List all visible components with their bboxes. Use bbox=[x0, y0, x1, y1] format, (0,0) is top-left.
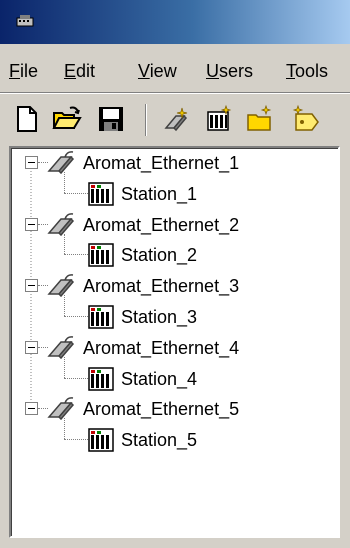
new-folder-icon[interactable] bbox=[246, 104, 276, 134]
device-station-icon bbox=[88, 305, 114, 329]
tree-channel-label: Aromat_Ethernet_3 bbox=[83, 276, 240, 297]
tree-view[interactable]: Aromat_Ethernet_1 Station_1 Aromat_Etherne… bbox=[9, 146, 340, 538]
tree-channel-item[interactable]: Aromat_Ethernet_4 bbox=[47, 333, 332, 363]
toolbar-separator bbox=[0, 92, 350, 94]
tree-device-label: Station_5 bbox=[121, 430, 198, 451]
device-station-icon bbox=[88, 182, 114, 206]
tree-connector bbox=[64, 356, 65, 378]
device-station-icon bbox=[88, 366, 114, 391]
tree-device-item[interactable]: Station_1 bbox=[88, 179, 328, 209]
tree-channel-label: Aromat_Ethernet_1 bbox=[83, 153, 240, 173]
tree-device-label: Station_1 bbox=[121, 183, 198, 204]
tree-device-label: Station_2 bbox=[121, 245, 198, 266]
tree-channel-label: Aromat_Ethernet_2 bbox=[83, 214, 240, 235]
menu-view[interactable]: View bbox=[138, 61, 177, 81]
tree-connector bbox=[64, 172, 65, 193]
collapse-toggle-icon[interactable] bbox=[25, 156, 38, 169]
app-icon bbox=[16, 15, 34, 27]
tree-connector bbox=[64, 192, 88, 194]
ethernet-channel-icon bbox=[47, 212, 75, 236]
ethernet-channel-icon bbox=[47, 397, 75, 421]
tree-channel-item[interactable]: Aromat_Ethernet_2 bbox=[47, 210, 332, 240]
collapse-toggle-icon[interactable] bbox=[25, 340, 38, 354]
tree-device-item[interactable]: Station_4 bbox=[88, 364, 328, 394]
ethernet-channel-icon bbox=[47, 151, 75, 175]
collapse-toggle-icon[interactable] bbox=[25, 217, 38, 231]
tree-channel-label: Aromat_Ethernet_4 bbox=[83, 337, 240, 358]
collapse-toggle-icon[interactable] bbox=[25, 279, 38, 293]
menu-users[interactable]: Users bbox=[206, 61, 253, 81]
tree-device-label: Station_3 bbox=[121, 307, 198, 327]
collapse-toggle-icon[interactable] bbox=[25, 402, 38, 416]
tree-connector bbox=[64, 439, 88, 441]
toolbar-divider bbox=[145, 104, 147, 136]
tree-channel-item[interactable]: Aromat_Ethernet_1 bbox=[47, 148, 332, 178]
tree-connector bbox=[64, 254, 88, 256]
menu-file[interactable]: File bbox=[9, 61, 38, 81]
tree-channel-item[interactable]: Aromat_Ethernet_3 bbox=[47, 271, 332, 301]
ethernet-channel-icon bbox=[47, 274, 75, 298]
device-station-icon bbox=[88, 428, 114, 452]
device-station-icon bbox=[88, 243, 114, 268]
tree-connector bbox=[64, 377, 88, 379]
ethernet-channel-icon bbox=[47, 335, 75, 359]
new-tag-icon[interactable] bbox=[290, 104, 320, 134]
tree-channel-item[interactable]: Aromat_Ethernet_5 bbox=[47, 394, 332, 424]
tree-connector bbox=[64, 233, 65, 255]
new-channel-icon[interactable] bbox=[162, 104, 192, 134]
menu-bar: File Edit View Users Tools bbox=[0, 52, 350, 88]
tree-connector bbox=[64, 295, 65, 316]
save-disk-icon[interactable] bbox=[96, 104, 126, 134]
open-folder-icon[interactable] bbox=[52, 104, 82, 134]
tree-device-label: Station_4 bbox=[121, 368, 198, 389]
toolbar bbox=[0, 96, 350, 146]
tree-channel-label: Aromat_Ethernet_5 bbox=[83, 399, 240, 420]
tree-device-item[interactable]: Station_5 bbox=[88, 425, 328, 455]
tree-device-item[interactable]: Station_3 bbox=[88, 302, 328, 332]
title-bar[interactable] bbox=[0, 0, 350, 44]
new-document-icon[interactable] bbox=[12, 104, 42, 134]
tree-connector bbox=[64, 316, 88, 317]
new-device-icon[interactable] bbox=[204, 104, 234, 134]
tree-device-item[interactable]: Station_2 bbox=[88, 240, 328, 270]
menu-edit[interactable]: Edit bbox=[64, 61, 95, 81]
tree-connector bbox=[64, 418, 65, 440]
application-window: File Edit View Users Tools Aromat_Ethern… bbox=[0, 0, 350, 548]
menu-tools[interactable]: Tools bbox=[286, 61, 328, 81]
